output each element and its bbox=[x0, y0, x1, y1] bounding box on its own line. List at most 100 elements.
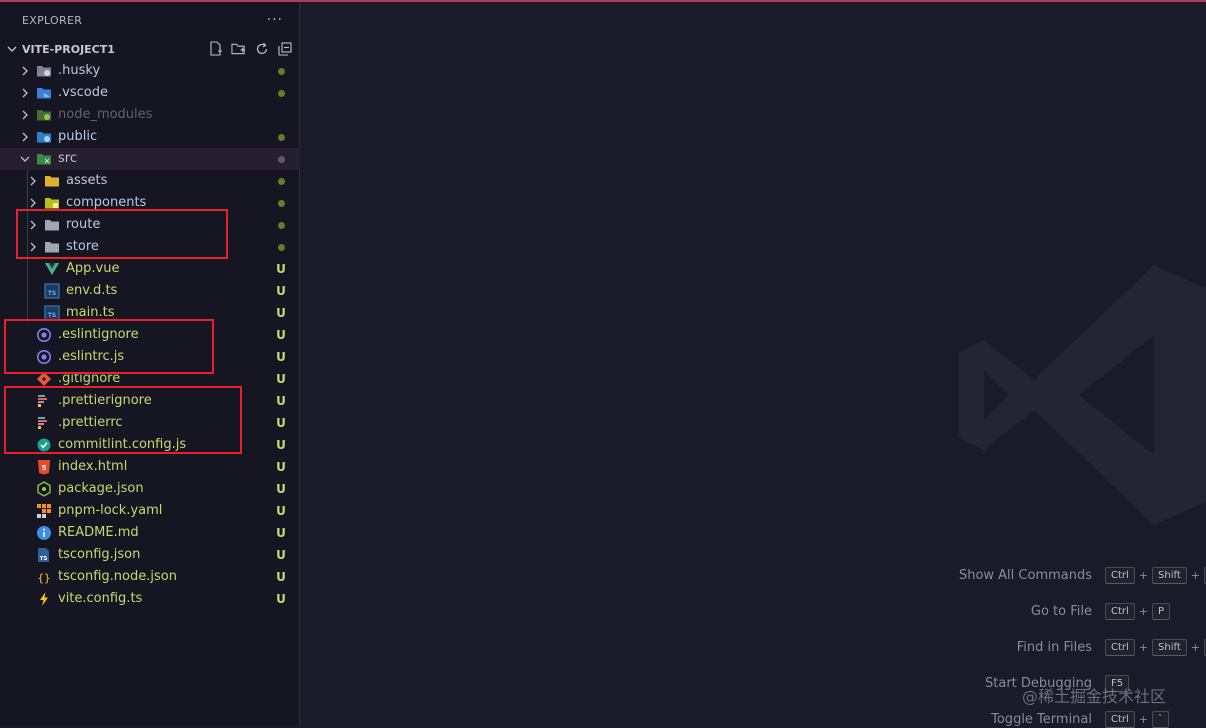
explorer-header: EXPLORER ··· bbox=[0, 2, 299, 38]
new-folder-icon[interactable] bbox=[231, 40, 246, 57]
tree-item-label: pnpm-lock.yaml bbox=[58, 503, 163, 518]
tree-item-label: .vscode bbox=[58, 85, 108, 100]
git-status-untracked: U bbox=[276, 284, 286, 298]
tree-item-label: node_modules bbox=[58, 107, 153, 122]
keyboard-key: Ctrl bbox=[1105, 710, 1135, 728]
git-status-untracked: U bbox=[276, 570, 286, 584]
project-name: VITE-PROJECT1 bbox=[22, 42, 115, 56]
shortcut-keys: Ctrl + P bbox=[1105, 602, 1171, 620]
tree-file-row[interactable]: App.vue U bbox=[0, 258, 300, 280]
git-status-untracked: U bbox=[276, 460, 286, 474]
shortcut-hint: Go to File bbox=[900, 602, 1092, 620]
html-icon: 5 bbox=[36, 459, 52, 475]
tree-file-row[interactable]: README.md U bbox=[0, 522, 300, 544]
tree-folder-row[interactable]: public bbox=[0, 126, 300, 148]
svg-text:TS: TS bbox=[48, 312, 56, 319]
tree-file-row[interactable]: TS tsconfig.json U bbox=[0, 544, 300, 566]
husky-folder-icon bbox=[36, 63, 52, 79]
highlight-box-prettier bbox=[4, 386, 242, 454]
typescript-icon: TS bbox=[44, 283, 60, 299]
git-status-dot bbox=[276, 173, 286, 189]
git-status-dot bbox=[276, 195, 286, 211]
git-status-dot bbox=[276, 85, 286, 101]
src-folder-icon bbox=[36, 151, 52, 167]
vscode-logo-watermark bbox=[959, 260, 1206, 530]
highlight-box-eslint bbox=[4, 319, 214, 374]
vue-icon bbox=[44, 261, 60, 277]
highlight-box-route-store bbox=[16, 209, 228, 259]
key-plus: + bbox=[1138, 640, 1149, 654]
tree-folder-row[interactable]: .husky bbox=[0, 60, 300, 82]
site-watermark: @稀土掘金技术社区 bbox=[1022, 687, 1167, 706]
chevron-right-icon[interactable] bbox=[19, 129, 31, 145]
key-plus: + bbox=[1138, 712, 1149, 726]
assets-folder-icon bbox=[44, 173, 60, 189]
tree-item-label: .husky bbox=[58, 63, 101, 78]
tree-file-row[interactable]: package.json U bbox=[0, 478, 300, 500]
tree-item-label: package.json bbox=[58, 481, 144, 496]
chevron-down-icon[interactable] bbox=[19, 151, 31, 167]
keyboard-key: Shift bbox=[1152, 638, 1187, 656]
tree-item-label: index.html bbox=[58, 459, 128, 474]
project-section-header[interactable]: VITE-PROJECT1 bbox=[0, 38, 300, 60]
tree-item-label: public bbox=[58, 129, 98, 144]
key-plus: + bbox=[1190, 568, 1200, 582]
git-status-untracked: U bbox=[276, 548, 286, 562]
git-status-untracked: U bbox=[276, 438, 286, 452]
git-status-untracked: U bbox=[276, 394, 286, 408]
keyboard-key: Ctrl bbox=[1105, 602, 1135, 620]
key-plus: + bbox=[1190, 640, 1200, 654]
svg-text:TS: TS bbox=[48, 290, 56, 297]
tree-item-label: assets bbox=[66, 173, 108, 188]
tree-folder-row[interactable]: src bbox=[0, 148, 300, 170]
git-status-untracked: U bbox=[276, 328, 286, 342]
chevron-right-icon[interactable] bbox=[19, 107, 31, 123]
chevron-right-icon[interactable] bbox=[19, 63, 31, 79]
refresh-icon[interactable] bbox=[254, 40, 269, 57]
collapse-all-icon[interactable] bbox=[277, 40, 292, 57]
nodejs-icon bbox=[36, 481, 52, 497]
tree-file-row[interactable]: 5 index.html U bbox=[0, 456, 300, 478]
pnpm-icon bbox=[36, 503, 52, 519]
git-status-dot bbox=[276, 217, 286, 233]
tree-folder-row[interactable]: assets bbox=[0, 170, 300, 192]
shortcut-label: Go to File bbox=[1030, 603, 1092, 619]
chevron-right-icon[interactable] bbox=[19, 85, 31, 101]
git-status-untracked: U bbox=[276, 482, 286, 496]
tree-file-row[interactable]: TS env.d.ts U bbox=[0, 280, 300, 302]
tree-item-label: env.d.ts bbox=[66, 283, 118, 298]
git-status-dot bbox=[276, 129, 286, 145]
tree-item-label: App.vue bbox=[66, 261, 120, 276]
git-status-untracked: U bbox=[276, 306, 286, 320]
key-plus: + bbox=[1138, 604, 1149, 618]
vite-icon bbox=[36, 591, 52, 607]
shortcut-hint: Find in Files bbox=[900, 638, 1092, 656]
tree-file-row[interactable]: pnpm-lock.yaml U bbox=[0, 500, 300, 522]
tree-item-label: tsconfig.json bbox=[58, 547, 141, 562]
tree-file-row[interactable]: {} tsconfig.node.json U bbox=[0, 566, 300, 588]
keyboard-key: Ctrl bbox=[1105, 638, 1135, 656]
tree-file-row[interactable]: vite.config.ts U bbox=[0, 588, 300, 610]
public-folder-icon bbox=[36, 129, 52, 145]
keyboard-key: P bbox=[1152, 602, 1171, 620]
more-actions-icon[interactable]: ··· bbox=[267, 12, 283, 28]
svg-text:{}: {} bbox=[37, 572, 50, 585]
shortcut-keys: Ctrl+Shift+F bbox=[1105, 638, 1206, 656]
explorer-actions bbox=[208, 40, 292, 57]
explorer-title: EXPLORER bbox=[22, 13, 83, 27]
tsconfig-icon: TS bbox=[36, 547, 52, 563]
git-status-untracked: U bbox=[276, 262, 286, 276]
git-status-dot bbox=[276, 63, 286, 79]
tree-folder-row[interactable]: node_modules bbox=[0, 104, 300, 126]
shortcut-label: Find in Files bbox=[1016, 639, 1092, 655]
new-file-icon[interactable] bbox=[208, 40, 223, 57]
git-status-untracked: U bbox=[276, 350, 286, 364]
keyboard-key: Ctrl bbox=[1105, 566, 1135, 584]
git-status-untracked: U bbox=[276, 592, 286, 606]
shortcut-keys: Ctrl+Shift+P bbox=[1105, 566, 1206, 584]
json-braces-icon: {} bbox=[36, 569, 52, 585]
chevron-right-icon[interactable] bbox=[27, 173, 39, 189]
tree-folder-row[interactable]: .vscode bbox=[0, 82, 300, 104]
git-status-untracked: U bbox=[276, 526, 286, 540]
chevron-down-icon bbox=[6, 41, 18, 57]
